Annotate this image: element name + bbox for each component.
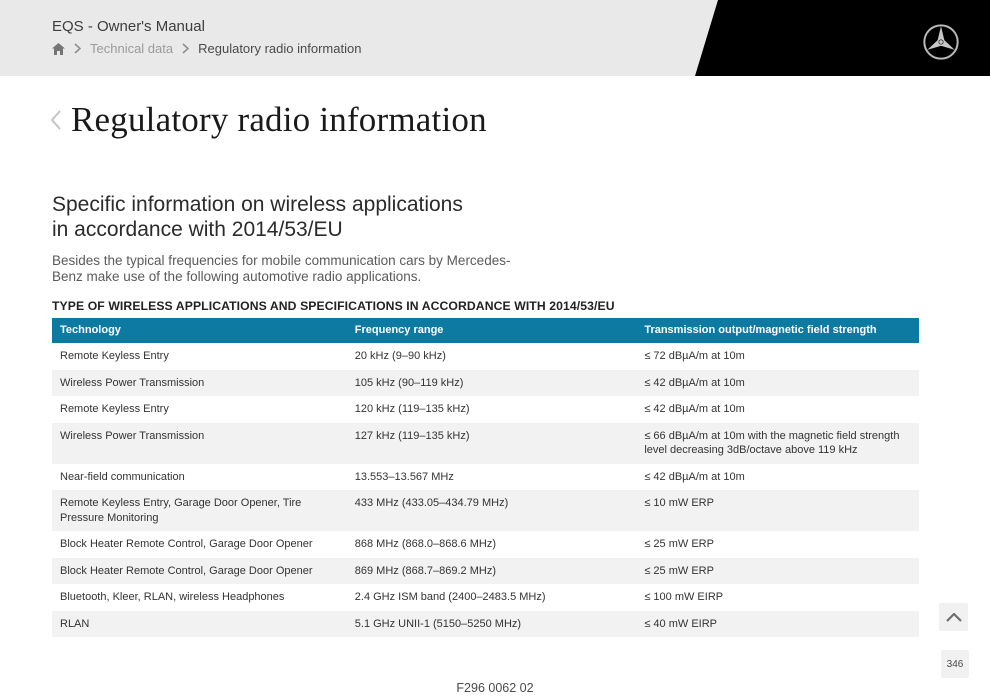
- intro-line: Besides the typical frequencies for mobi…: [52, 253, 510, 269]
- table-row: Remote Keyless Entry120 kHz (119–135 kHz…: [52, 396, 919, 423]
- table-row: RLAN5.1 GHz UNII-1 (5150–5250 MHz)≤ 40 m…: [52, 611, 919, 638]
- cell-output: ≤ 72 dBµA/m at 10m: [636, 343, 919, 370]
- page-number-badge[interactable]: 346: [941, 650, 969, 678]
- table-row: Remote Keyless Entry20 kHz (9–90 kHz)≤ 7…: [52, 343, 919, 370]
- cell-frequency: 127 kHz (119–135 kHz): [347, 423, 637, 464]
- cell-technology: Remote Keyless Entry, Garage Door Opener…: [52, 490, 347, 531]
- column-header-transmission-output: Transmission output/magnetic field stren…: [636, 318, 919, 343]
- table-row: Block Heater Remote Control, Garage Door…: [52, 558, 919, 585]
- cell-frequency: 869 MHz (868.7–869.2 MHz): [347, 558, 637, 585]
- scroll-up-button[interactable]: [939, 603, 968, 631]
- cell-frequency: 2.4 GHz ISM band (2400–2483.5 MHz): [347, 584, 637, 611]
- cell-technology: Remote Keyless Entry: [52, 343, 347, 370]
- breadcrumb: Technical data Regulatory radio informat…: [52, 41, 361, 56]
- cell-frequency: 20 kHz (9–90 kHz): [347, 343, 637, 370]
- table-row: Wireless Power Transmission127 kHz (119–…: [52, 423, 919, 464]
- cell-frequency: 433 MHz (433.05–434.79 MHz): [347, 490, 637, 531]
- page-title-row: Regulatory radio information: [50, 100, 487, 140]
- cell-technology: Near-field communication: [52, 464, 347, 491]
- cell-output: ≤ 40 mW EIRP: [636, 611, 919, 638]
- cell-output: ≤ 100 mW EIRP: [636, 584, 919, 611]
- section-heading: Specific information on wireless applica…: [52, 192, 463, 242]
- chevron-left-icon[interactable]: [50, 109, 62, 136]
- header-band: EQS - Owner's Manual Technical data Regu…: [0, 0, 990, 76]
- table-row: Bluetooth, Kleer, RLAN, wireless Headpho…: [52, 584, 919, 611]
- table-header-row: Technology Frequency range Transmission …: [52, 318, 919, 343]
- table-caption: TYPE OF WIRELESS APPLICATIONS AND SPECIF…: [52, 299, 615, 313]
- cell-output: ≤ 25 mW ERP: [636, 531, 919, 558]
- section-heading-line: Specific information on wireless applica…: [52, 192, 463, 217]
- cell-technology: Remote Keyless Entry: [52, 396, 347, 423]
- cell-technology: Block Heater Remote Control, Garage Door…: [52, 531, 347, 558]
- cell-frequency: 120 kHz (119–135 kHz): [347, 396, 637, 423]
- cell-technology: Block Heater Remote Control, Garage Door…: [52, 558, 347, 585]
- chevron-right-icon: [182, 43, 189, 54]
- cell-frequency: 105 kHz (90–119 kHz): [347, 370, 637, 397]
- cell-frequency: 13.553–13.567 MHz: [347, 464, 637, 491]
- table-body: Remote Keyless Entry20 kHz (9–90 kHz)≤ 7…: [52, 343, 919, 637]
- breadcrumb-item-current: Regulatory radio information: [198, 41, 361, 56]
- breadcrumb-item-technical-data[interactable]: Technical data: [90, 41, 173, 56]
- cell-technology: Bluetooth, Kleer, RLAN, wireless Headpho…: [52, 584, 347, 611]
- app-title: EQS - Owner's Manual: [52, 18, 205, 35]
- cell-output: ≤ 42 dBµA/m at 10m: [636, 370, 919, 397]
- cell-output: ≤ 66 dBµA/m at 10m with the magnetic fie…: [636, 423, 919, 464]
- table-row: Near-field communication13.553–13.567 MH…: [52, 464, 919, 491]
- chevron-right-icon: [74, 43, 81, 54]
- cell-output: ≤ 42 dBµA/m at 10m: [636, 396, 919, 423]
- table-row: Block Heater Remote Control, Garage Door…: [52, 531, 919, 558]
- home-icon[interactable]: [52, 43, 65, 55]
- page-title: Regulatory radio information: [71, 100, 487, 140]
- manual-page: EQS - Owner's Manual Technical data Regu…: [0, 0, 990, 700]
- cell-frequency: 5.1 GHz UNII-1 (5150–5250 MHz): [347, 611, 637, 638]
- header-banner-black: [0, 0, 990, 76]
- cell-output: ≤ 25 mW ERP: [636, 558, 919, 585]
- chevron-up-icon: [946, 613, 962, 622]
- column-header-technology: Technology: [52, 318, 347, 343]
- section-heading-line: in accordance with 2014/53/EU: [52, 217, 463, 242]
- cell-output: ≤ 42 dBµA/m at 10m: [636, 464, 919, 491]
- cell-output: ≤ 10 mW ERP: [636, 490, 919, 531]
- table-row: Wireless Power Transmission105 kHz (90–1…: [52, 370, 919, 397]
- cell-frequency: 868 MHz (868.0–868.6 MHz): [347, 531, 637, 558]
- column-header-frequency-range: Frequency range: [347, 318, 637, 343]
- table-row: Remote Keyless Entry, Garage Door Opener…: [52, 490, 919, 531]
- document-code: F296 0062 02: [0, 681, 990, 695]
- mercedes-star-icon: [921, 22, 961, 62]
- intro-line: Benz make use of the following automotiv…: [52, 269, 510, 285]
- cell-technology: RLAN: [52, 611, 347, 638]
- wireless-spec-table: Technology Frequency range Transmission …: [52, 318, 919, 637]
- cell-technology: Wireless Power Transmission: [52, 423, 347, 464]
- intro-paragraph: Besides the typical frequencies for mobi…: [52, 253, 510, 285]
- cell-technology: Wireless Power Transmission: [52, 370, 347, 397]
